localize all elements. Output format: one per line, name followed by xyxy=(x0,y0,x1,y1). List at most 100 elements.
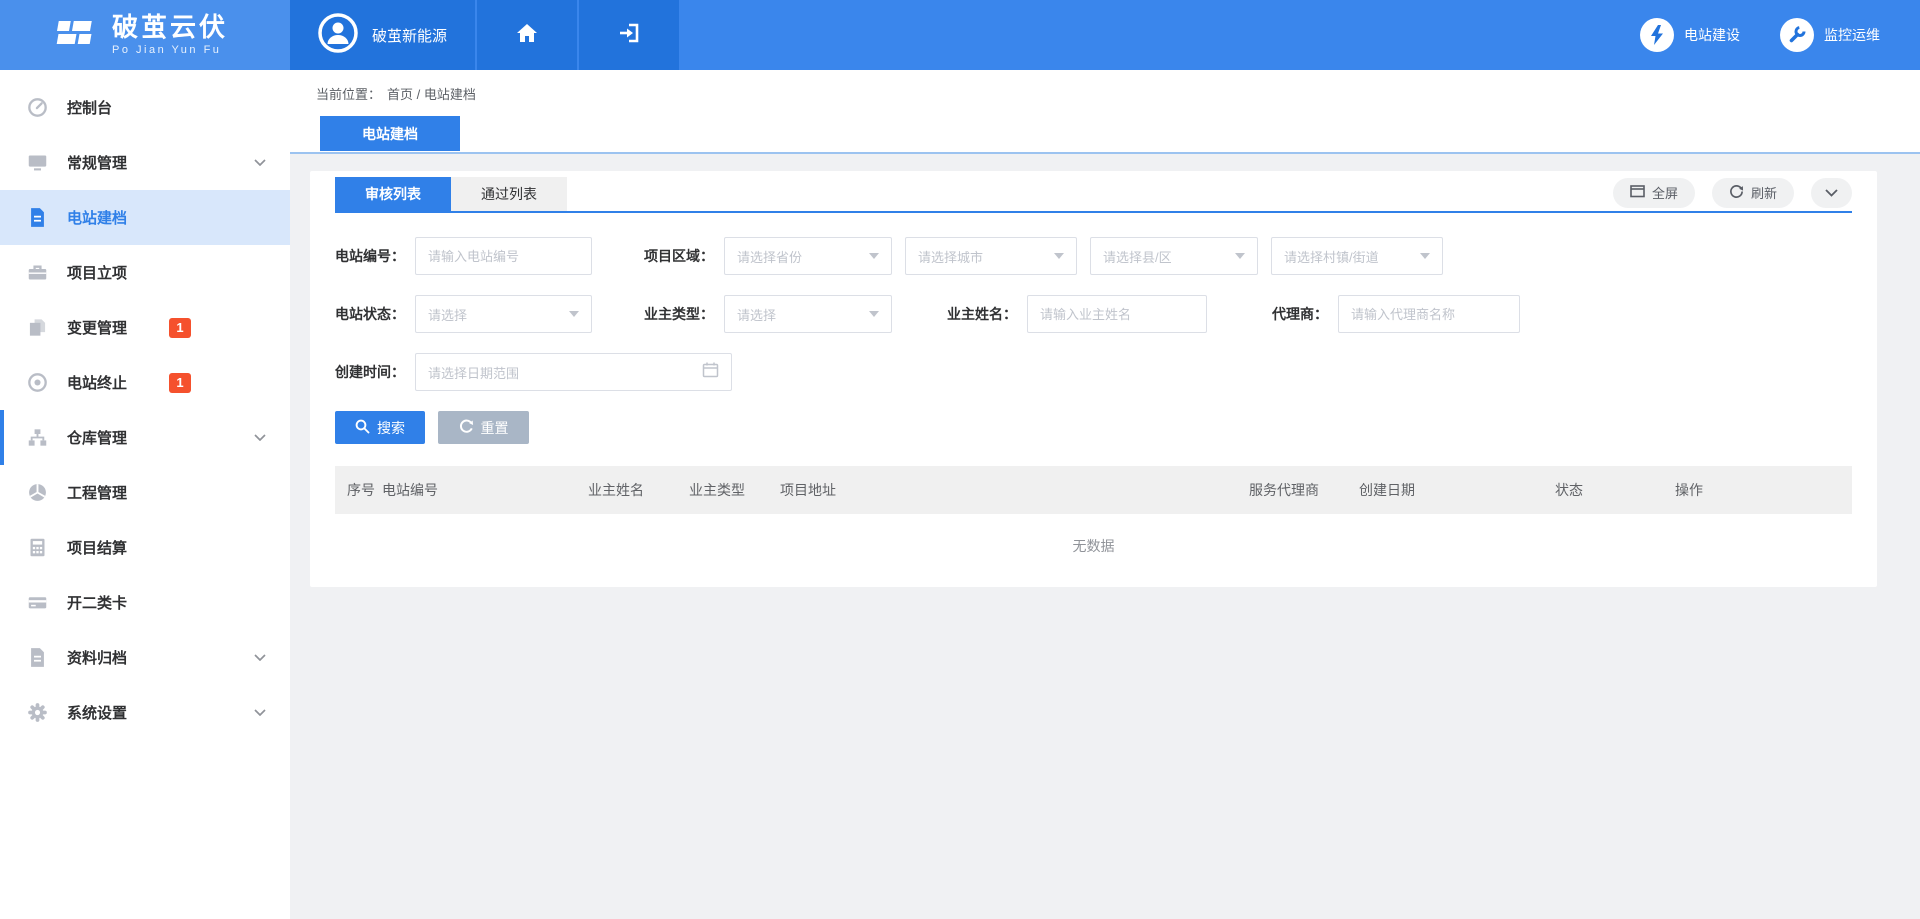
sidebar-item-label: 项目立项 xyxy=(67,262,127,283)
sidebar-item-label: 电站终止 xyxy=(67,372,127,393)
pie-chart-icon xyxy=(25,481,49,505)
sidebar-item-label: 控制台 xyxy=(67,97,112,118)
reset-button[interactable]: 重置 xyxy=(438,411,529,444)
sidebar-item-label: 变更管理 xyxy=(67,317,127,338)
refresh-label: 刷新 xyxy=(1751,183,1777,202)
sidebar-item-label: 系统设置 xyxy=(67,702,127,723)
sidebar-item-project-settlement[interactable]: 项目结算 xyxy=(0,520,290,575)
fullscreen-label: 全屏 xyxy=(1652,183,1678,202)
dropdown-caret-icon xyxy=(569,311,579,317)
col-actions: 操作 xyxy=(1675,480,1852,500)
chevron-down-icon xyxy=(1825,185,1838,200)
sidebar-item-console[interactable]: 控制台 xyxy=(0,80,290,135)
col-service-agent: 服务代理商 xyxy=(1249,480,1359,500)
refresh-icon xyxy=(1729,184,1744,202)
sidebar-item-engineering-mgmt[interactable]: 工程管理 xyxy=(0,465,290,520)
collapse-button[interactable] xyxy=(1811,178,1852,208)
chevron-down-icon xyxy=(254,654,266,661)
lightning-icon xyxy=(1640,18,1674,52)
dashboard-icon xyxy=(25,96,49,120)
col-owner-type: 业主类型 xyxy=(689,480,780,500)
agent-label: 代理商： xyxy=(1272,304,1328,324)
sidebar-item-change-mgmt[interactable]: 变更管理 1 xyxy=(0,300,290,355)
sidebar-item-label: 资料归档 xyxy=(67,647,127,668)
created-time-label: 创建时间： xyxy=(335,362,405,382)
sidebar-item-station-archive[interactable]: 电站建档 xyxy=(0,190,290,245)
dropdown-caret-icon xyxy=(1054,253,1064,259)
notification-badge: 1 xyxy=(169,373,191,393)
city-select[interactable]: 请选择城市 xyxy=(905,237,1077,275)
tab-passed-list[interactable]: 通过列表 xyxy=(451,177,567,211)
search-button-label: 搜索 xyxy=(377,418,405,438)
results-table: 序号 电站编号 业主姓名 业主类型 项目地址 服务代理商 创建日期 状态 操作 … xyxy=(335,466,1852,578)
region-label: 项目区域： xyxy=(644,246,714,266)
owner-type-label: 业主类型： xyxy=(644,304,714,324)
col-seq: 序号 xyxy=(347,480,382,500)
sidebar-item-project-initiation[interactable]: 项目立项 xyxy=(0,245,290,300)
home-button[interactable] xyxy=(477,0,577,70)
home-icon xyxy=(515,22,539,49)
nav-station-build[interactable]: 电站建设 xyxy=(1640,0,1740,70)
col-status: 状态 xyxy=(1555,480,1675,500)
breadcrumb-label: 当前位置： xyxy=(316,87,381,102)
sidebar-item-label: 仓库管理 xyxy=(67,427,127,448)
brand-mark-icon xyxy=(52,14,98,57)
breadcrumb: 当前位置： 首页 / 电站建档 xyxy=(316,84,1920,103)
sidebar-item-label: 项目结算 xyxy=(67,537,127,558)
briefcase-icon xyxy=(25,261,49,285)
agent-input[interactable] xyxy=(1338,295,1520,333)
col-created-date: 创建日期 xyxy=(1359,480,1555,500)
col-station-no: 电站编号 xyxy=(382,480,588,500)
sidebar-item-station-termination[interactable]: 电站终止 1 xyxy=(0,355,290,410)
date-range-input[interactable]: 请选择日期范围 xyxy=(415,353,732,391)
nav-monitor-ops[interactable]: 监控运维 xyxy=(1780,0,1880,70)
sidebar-item-label: 常规管理 xyxy=(67,152,127,173)
fullscreen-icon xyxy=(1630,184,1645,201)
page-tab-station-archive[interactable]: 电站建档 xyxy=(320,116,460,151)
pages-icon xyxy=(25,316,49,340)
card-icon xyxy=(25,591,49,615)
county-select[interactable]: 请选择县/区 xyxy=(1090,237,1258,275)
sidebar-item-label: 工程管理 xyxy=(67,482,127,503)
province-select[interactable]: 请选择省份 xyxy=(724,237,892,275)
reset-button-label: 重置 xyxy=(481,418,509,438)
logout-button[interactable] xyxy=(579,0,679,70)
brand-subtitle: Po Jian Yun Fu xyxy=(112,44,228,56)
chevron-down-icon xyxy=(254,159,266,166)
col-owner-name: 业主姓名 xyxy=(588,480,689,500)
sidebar-item-general-mgmt[interactable]: 常规管理 xyxy=(0,135,290,190)
dropdown-caret-icon xyxy=(1420,253,1430,259)
notification-badge: 1 xyxy=(169,318,191,338)
dropdown-caret-icon xyxy=(869,311,879,317)
owner-name-label: 业主姓名： xyxy=(947,304,1017,324)
sidebar-item-data-archive[interactable]: 资料归档 xyxy=(0,630,290,685)
wrench-icon xyxy=(1780,18,1814,52)
station-no-input[interactable] xyxy=(415,237,592,275)
empty-state: 无数据 xyxy=(335,514,1852,578)
user-menu[interactable]: 破茧新能源 xyxy=(290,0,475,70)
fullscreen-button[interactable]: 全屏 xyxy=(1613,178,1695,208)
document-icon xyxy=(25,206,49,230)
search-button[interactable]: 搜索 xyxy=(335,411,425,444)
nav-monitor-ops-label: 监控运维 xyxy=(1824,25,1880,45)
breadcrumb-path: 首页 / 电站建档 xyxy=(387,87,476,102)
circle-dot-icon xyxy=(25,371,49,395)
sidebar-item-label: 开二类卡 xyxy=(67,592,127,613)
owner-name-input[interactable] xyxy=(1027,295,1207,333)
town-select[interactable]: 请选择村镇/街道 xyxy=(1271,237,1443,275)
station-status-select[interactable]: 请选择 xyxy=(415,295,592,333)
sidebar: 控制台 常规管理 电站建档 xyxy=(0,70,290,919)
station-no-label: 电站编号： xyxy=(335,246,405,266)
app-header: 破茧云伏 Po Jian Yun Fu 破茧新能源 xyxy=(0,0,1920,70)
sidebar-item-warehouse-mgmt[interactable]: 仓库管理 xyxy=(0,410,290,465)
filter-form: 电站编号： 项目区域： 请选择省份 请选择城市 请选择县/区 请选择村镇/街道 xyxy=(335,213,1852,391)
sitemap-icon xyxy=(25,426,49,450)
app-logo: 破茧云伏 Po Jian Yun Fu xyxy=(0,0,290,70)
sidebar-item-system-settings[interactable]: 系统设置 xyxy=(0,685,290,740)
refresh-button[interactable]: 刷新 xyxy=(1712,178,1794,208)
owner-type-select[interactable]: 请选择 xyxy=(724,295,892,333)
tab-review-list[interactable]: 审核列表 xyxy=(335,177,451,211)
avatar-icon xyxy=(318,13,358,58)
calendar-icon xyxy=(702,361,719,383)
sidebar-item-open-card[interactable]: 开二类卡 xyxy=(0,575,290,630)
